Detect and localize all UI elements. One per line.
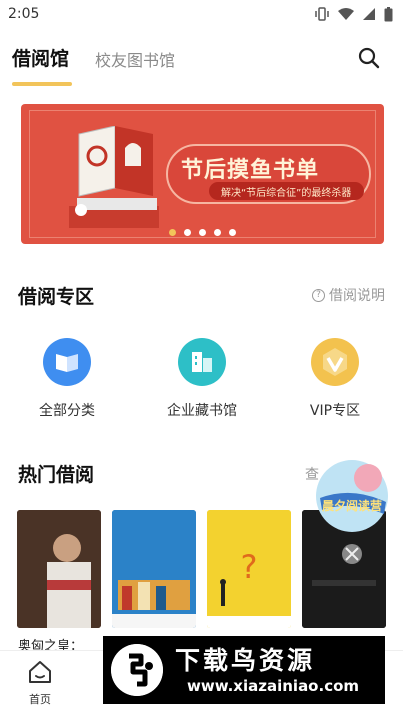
nav-home[interactable]: 首页: [20, 659, 60, 707]
building-icon: [178, 338, 226, 386]
category-label: 企业藏书馆: [167, 403, 237, 419]
borrow-instructions-link[interactable]: ? 借阅说明: [312, 285, 385, 305]
bird-logo-icon: [111, 644, 163, 696]
search-icon[interactable]: [357, 46, 381, 70]
banner-dot[interactable]: [229, 229, 236, 236]
banner-dot[interactable]: [169, 229, 176, 236]
section-title: 借阅专区: [18, 286, 95, 308]
category-vip[interactable]: VIP专区: [275, 338, 395, 420]
home-icon: [29, 661, 51, 683]
book-cover[interactable]: ?: [207, 510, 291, 628]
vip-icon: [311, 338, 359, 386]
watermark-overlay: 下载鸟资源 www.xiazainiao.com: [103, 636, 385, 704]
vibrate-icon: [315, 7, 329, 21]
tab-borrow-library[interactable]: 借阅馆: [12, 44, 69, 71]
banner-dot[interactable]: [199, 229, 206, 236]
category-all[interactable]: 全部分类: [7, 338, 127, 420]
hot-section-title: 热门借阅: [18, 464, 95, 486]
nav-home-label: 首页: [29, 693, 51, 706]
category-enterprise[interactable]: 企业藏书馆: [142, 338, 262, 420]
banner-title: 节后摸鱼书单: [181, 158, 320, 183]
book-cover[interactable]: [17, 510, 101, 628]
borrow-instructions-label: 借阅说明: [329, 288, 385, 304]
category-label: VIP专区: [309, 403, 361, 419]
svg-text:?: ?: [241, 548, 258, 586]
status-time: 2:05: [8, 6, 40, 22]
watermark-title: 下载鸟资源: [175, 646, 316, 675]
book-cover[interactable]: [112, 510, 196, 628]
top-tabs: 借阅馆 校友图书馆: [0, 36, 403, 86]
banner-subtitle: 解决“节后综合征”的最终杀器: [221, 188, 352, 199]
category-grid: 全部分类 企业藏书馆 VIP专区: [0, 338, 403, 420]
tab-active-indicator: [12, 82, 72, 86]
open-book-illustration: [69, 126, 159, 228]
battery-icon: [384, 6, 393, 21]
status-icons: [314, 6, 393, 22]
reading-camp-badge[interactable]: 晨夕阅读营: [312, 458, 392, 533]
watermark-url: www.xiazainiao.com: [187, 677, 360, 695]
signal-icon: [363, 8, 375, 20]
badge-label: 晨夕阅读营: [322, 498, 382, 513]
book-open-icon: [43, 338, 91, 386]
banner-dot[interactable]: [214, 229, 221, 236]
help-icon: ?: [312, 288, 325, 302]
borrow-section-header: 借阅专区 ? 借阅说明: [18, 282, 385, 308]
banner-pagination: [21, 229, 384, 236]
wifi-icon: [338, 8, 354, 20]
tab-alumni-library[interactable]: 校友图书馆: [95, 47, 175, 71]
banner-dot[interactable]: [184, 229, 191, 236]
status-bar: 2:05: [0, 0, 403, 28]
promo-banner[interactable]: 节后摸鱼书单 解决“节后综合征”的最终杀器: [21, 104, 384, 244]
category-label: 全部分类: [39, 403, 95, 419]
